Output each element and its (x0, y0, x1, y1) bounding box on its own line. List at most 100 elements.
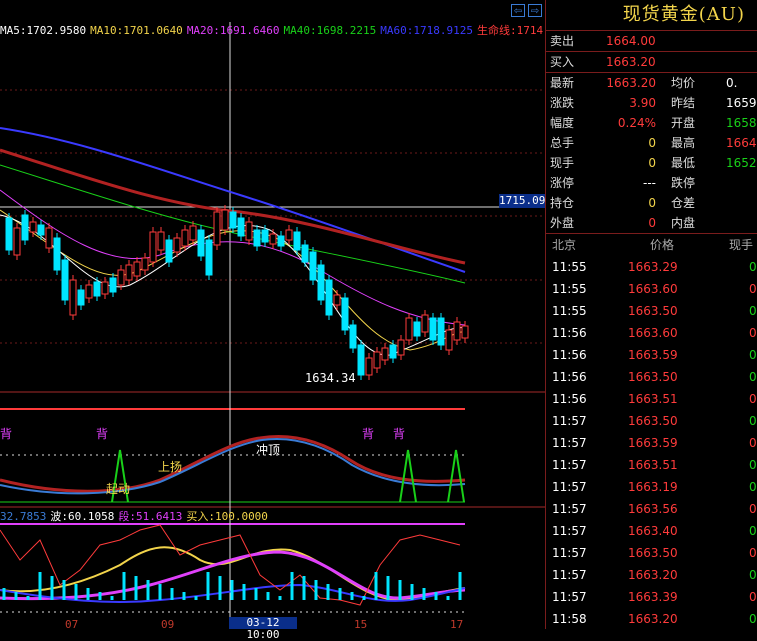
candle-body (285, 229, 293, 241)
indicator-spike (447, 449, 465, 503)
stat-label: 现手 (550, 156, 575, 170)
trade-row: 11:56 1663.50 0 (546, 366, 757, 388)
trade-time: 11:57 (552, 436, 587, 450)
quote-stat-row: 涨跌 3.90 昨结 1659. (546, 93, 757, 113)
trade-time: 11:57 (552, 546, 587, 560)
trade-row: 11:55 1663.60 0 (546, 278, 757, 300)
x-axis-label: 17 (450, 618, 464, 631)
candle-body (405, 317, 413, 341)
trades-header: 北京 价格 现手 (546, 233, 757, 256)
candle-body (125, 264, 133, 281)
trades-header-price: 价格 (650, 238, 675, 252)
stat-label: 涨跌 (550, 96, 575, 110)
candle-body (389, 344, 397, 359)
stat-value: 3.90 (629, 96, 656, 110)
stat-value: 0 (648, 156, 656, 170)
scroll-left-icon[interactable]: ⇦ (511, 4, 525, 17)
trade-time: 11:56 (552, 326, 587, 340)
candle-body (365, 357, 373, 376)
quote-stat-row: 持仓 0 仓差 (546, 193, 757, 213)
trade-time: 11:55 (552, 260, 587, 274)
stat-label: 最低 (671, 156, 696, 170)
candle-body (149, 231, 157, 263)
trade-time: 11:56 (552, 370, 587, 384)
trade-row: 11:57 1663.39 0 (546, 586, 757, 608)
signal-shangyang: 上扬 (158, 460, 183, 474)
stat-label: 均价 (671, 76, 696, 90)
osc-legend-item: 段:51.6413 (118, 510, 183, 522)
stat-label: 持仓 (550, 196, 575, 210)
indicator-spike (399, 449, 417, 503)
candle-body (69, 279, 77, 316)
stat-label: 仓差 (671, 196, 696, 210)
trade-time: 11:57 (552, 524, 587, 538)
trade-volume: 0 (749, 524, 757, 538)
stat-value: 1658. (726, 116, 757, 130)
trade-time: 11:57 (552, 480, 587, 494)
candle-body (253, 229, 261, 247)
scroll-right-icon[interactable]: ⇨ (528, 4, 542, 17)
candle-body (277, 235, 285, 247)
kline-chart-area[interactable]: MA5:1702.9580 MA10:1701.0640 MA20:1691.646… (0, 0, 545, 641)
ma-legend-item: 生命线:1714.6247 (476, 24, 545, 37)
trade-price: 1663.19 (628, 480, 678, 494)
trade-time: 11:58 (552, 612, 587, 626)
candle-body (45, 227, 53, 249)
trade-price: 1663.50 (628, 370, 678, 384)
trades-list[interactable]: 11:55 1663.29 0 11:55 1663.60 0 11:55 1663.50 0 1… (546, 256, 757, 629)
candle-body (245, 221, 253, 241)
trade-price: 1663.20 (628, 612, 678, 626)
sell-row: 卖出 1664.00 (546, 30, 757, 51)
candle-body (213, 211, 221, 246)
buy-value: 1663.20 (606, 55, 656, 69)
candle-body (333, 294, 341, 306)
trade-row: 11:57 1663.50 0 (546, 542, 757, 564)
quote-stat-row: 幅度 0.24% 开盘 1658. (546, 113, 757, 133)
buy-label: 买入 (550, 55, 575, 69)
trade-row: 11:57 1663.56 0 (546, 498, 757, 520)
trade-time: 11:57 (552, 568, 587, 582)
signal-qidong: 起动 (106, 482, 131, 496)
buy-row: 买入 1663.20 (546, 51, 757, 72)
trade-volume: 0 (749, 612, 757, 626)
stat-label: 涨停 (550, 176, 575, 190)
candle-body (221, 209, 229, 231)
candle-body (309, 251, 317, 281)
candle-body (93, 281, 101, 297)
candle-body (413, 321, 421, 337)
candle-body (205, 239, 213, 276)
candle-body (445, 329, 453, 351)
stat-value: --- (643, 176, 656, 190)
candle-body (421, 314, 429, 333)
quote-panel: 现货黄金(AU) 卖出 1664.00 买入 1663.20 最新 1663.20… (545, 0, 757, 629)
trade-row: 11:56 1663.51 0 (546, 388, 757, 410)
candle-body (269, 233, 277, 245)
candle-body (349, 324, 357, 349)
quote-stat-row: 总手 0 最高 1664. (546, 133, 757, 153)
candle-body (85, 284, 93, 299)
trade-time: 11:56 (552, 348, 587, 362)
stat-value: 0. (726, 76, 738, 90)
trade-time: 11:57 (552, 590, 587, 604)
trade-volume: 0 (749, 370, 757, 384)
trade-volume: 0 (749, 304, 757, 318)
trade-row: 11:55 1663.29 0 (546, 256, 757, 278)
trade-time: 11:57 (552, 414, 587, 428)
candle-body (189, 225, 197, 241)
candle-body (13, 227, 21, 256)
candle-body (373, 351, 381, 369)
candle-body (165, 239, 173, 263)
trade-row: 11:57 1663.19 0 (546, 476, 757, 498)
ma-legend-item: MA5:1702.9580 (0, 24, 87, 37)
stat-label: 外盘 (550, 216, 575, 230)
trade-row: 11:57 1663.20 0 (546, 564, 757, 586)
trade-time: 11:57 (552, 502, 587, 516)
trade-volume: 0 (749, 282, 757, 296)
kline-chart-canvas[interactable] (0, 0, 545, 629)
low-price-label: 1634.34 (305, 371, 356, 385)
stat-value: 0 (648, 216, 656, 230)
trade-volume: 0 (749, 590, 757, 604)
trade-time: 11:55 (552, 304, 587, 318)
candle-body (197, 229, 205, 257)
trades-header-vol: 现手 (729, 238, 754, 252)
